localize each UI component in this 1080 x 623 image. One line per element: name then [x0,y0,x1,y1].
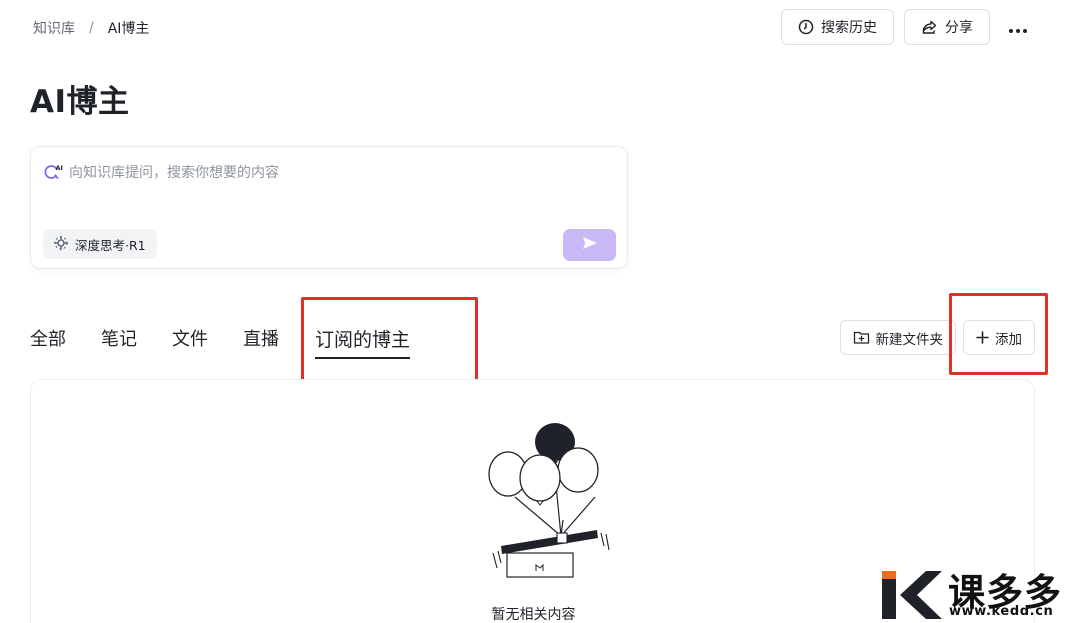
tab-subscribed-bloggers[interactable]: 订阅的博主 [315,325,411,359]
new-folder-button[interactable]: 新建文件夹 [839,320,956,355]
tab-all[interactable]: 全部 [30,325,66,359]
top-actions: 搜索历史 分享 [781,9,1036,45]
breadcrumb-root[interactable]: 知识库 [33,18,75,38]
plus-icon [976,331,989,344]
breadcrumb-current: AI博主 [107,21,150,37]
deep-think-icon [53,235,69,254]
watermark: 课多多 www.kedd.cn [878,562,1080,623]
folder-plus-icon [853,330,870,345]
search-history-button[interactable]: 搜索历史 [781,9,894,45]
breadcrumb-separator: / [89,20,94,36]
new-folder-label: 新建文件夹 [875,331,944,348]
add-label: 添加 [995,331,1022,348]
send-button[interactable] [563,229,616,261]
share-button[interactable]: 分享 [904,9,990,45]
add-button[interactable]: 添加 [963,320,1035,355]
balloons-box-icon [485,420,615,584]
deep-think-toggle[interactable]: 深度思考·R1 [43,229,157,259]
send-arrow-icon [581,235,599,255]
watermark-url: www.kedd.cn [949,604,1054,619]
share-icon [921,19,938,35]
ai-search-icon: AI [44,163,64,185]
share-label: 分享 [945,20,973,36]
svg-text:AI: AI [56,164,63,172]
tab-notes[interactable]: 笔记 [101,325,137,359]
tab-bar: 全部 笔记 文件 直播 订阅的博主 [30,325,445,359]
list-actions: 新建文件夹 添加 [839,320,1035,355]
ask-box: AI 深度思考·R1 [30,146,628,269]
more-options-button[interactable] [1000,9,1036,45]
search-history-label: 搜索历史 [821,20,877,36]
tab-live[interactable]: 直播 [243,325,279,359]
deep-think-label: 深度思考·R1 [75,237,146,253]
tab-files[interactable]: 文件 [172,325,208,359]
history-clock-icon [798,19,814,35]
ask-input[interactable] [69,161,609,185]
more-dots-icon [1009,18,1027,37]
page-title: AI博主 [30,84,130,120]
breadcrumb: 知识库 / AI博主 [33,18,149,38]
